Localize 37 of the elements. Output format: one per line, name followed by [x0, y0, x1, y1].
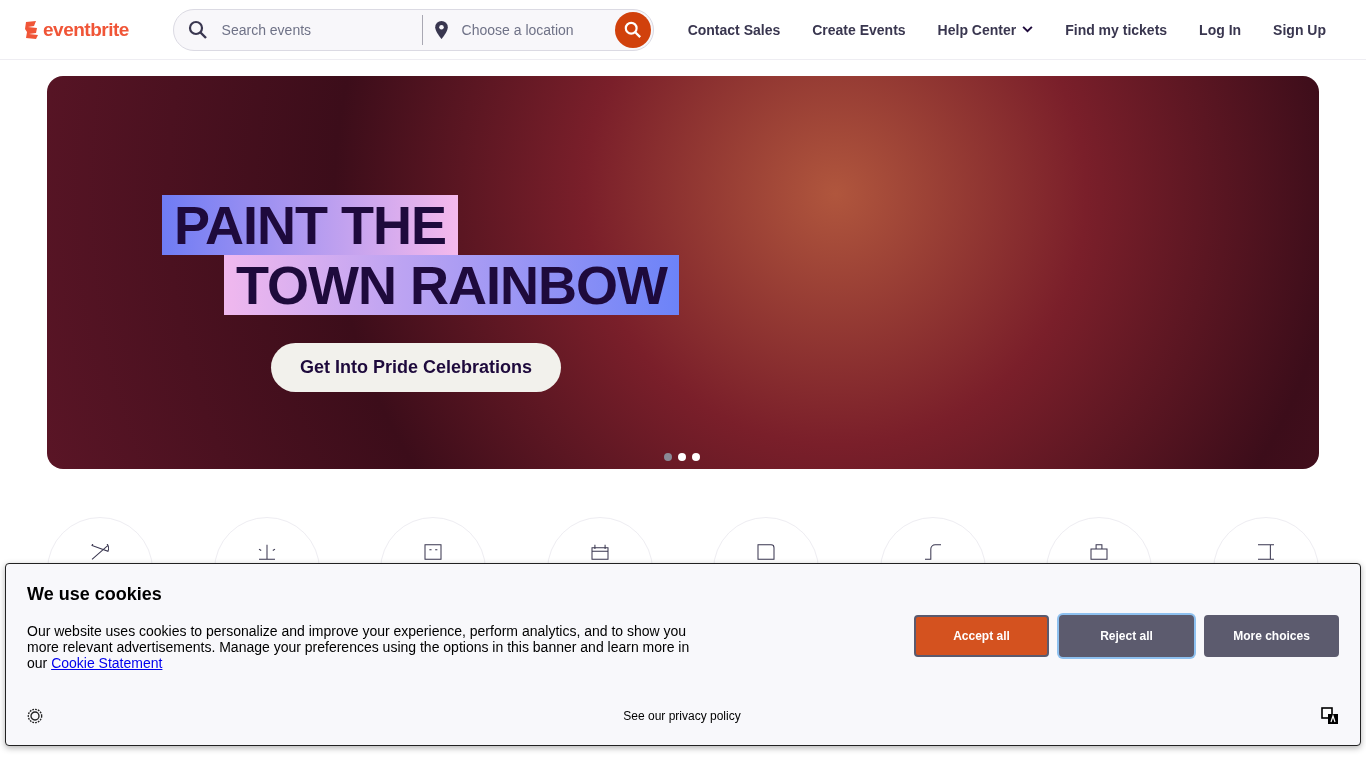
- category-icon: [923, 544, 942, 560]
- cookie-title: We use cookies: [27, 584, 163, 605]
- hero-headline: TOWN RAINBOW: [224, 255, 679, 315]
- nav-link[interactable]: Contact Sales: [671, 21, 797, 38]
- carousel-dot[interactable]: [678, 453, 686, 461]
- location-field[interactable]: Choose a location: [447, 21, 612, 38]
- category-icon: [590, 544, 609, 560]
- cookie-button[interactable]: Accept all: [914, 615, 1049, 657]
- category-icon: [424, 544, 443, 560]
- logo-icon: [24, 19, 40, 40]
- category-icon: [1256, 544, 1275, 560]
- cookie-statement-link[interactable]: Cookie Statement: [51, 655, 163, 671]
- hero-headline: PAINT THE: [162, 195, 458, 255]
- search-icon: [623, 20, 642, 39]
- nav-link[interactable]: Sign Up: [1257, 21, 1342, 38]
- nav-link[interactable]: Create Events: [796, 21, 922, 38]
- nav-link[interactable]: Find my tickets: [1049, 21, 1184, 38]
- category-icon: [257, 544, 276, 560]
- pride-button[interactable]: Get Into Pride Celebrations: [271, 343, 562, 392]
- cookie-text: Our website uses cookies to personalize and improve your experience, perform analytics, and to show you more relevant advertisements. Manage your preferences using the options in this banner and learn more in our Cookie Statement: [27, 623, 691, 671]
- search-button[interactable]: [614, 11, 651, 48]
- category-icon: [91, 544, 109, 560]
- cookie-button[interactable]: More choices: [1204, 615, 1339, 657]
- carousel-dot[interactable]: [664, 453, 672, 461]
- carousel-dot[interactable]: [692, 453, 700, 461]
- search-icon: [187, 19, 208, 40]
- cookie-button[interactable]: Reject all: [1059, 615, 1194, 657]
- search-field[interactable]: Search events: [207, 21, 422, 38]
- translate-icon[interactable]: [1321, 707, 1339, 725]
- logo-wordmark: eventbrite: [43, 18, 129, 41]
- nav-link[interactable]: Log In: [1183, 21, 1258, 38]
- privacy-policy-link[interactable]: See our privacy policy: [623, 709, 741, 723]
- category-icon: [757, 544, 776, 560]
- privacy-settings-icon[interactable]: [27, 708, 43, 724]
- location-pin-icon: [434, 20, 448, 39]
- nav-link[interactable]: Help Center: [921, 21, 1050, 38]
- category-icon: [1090, 544, 1109, 560]
